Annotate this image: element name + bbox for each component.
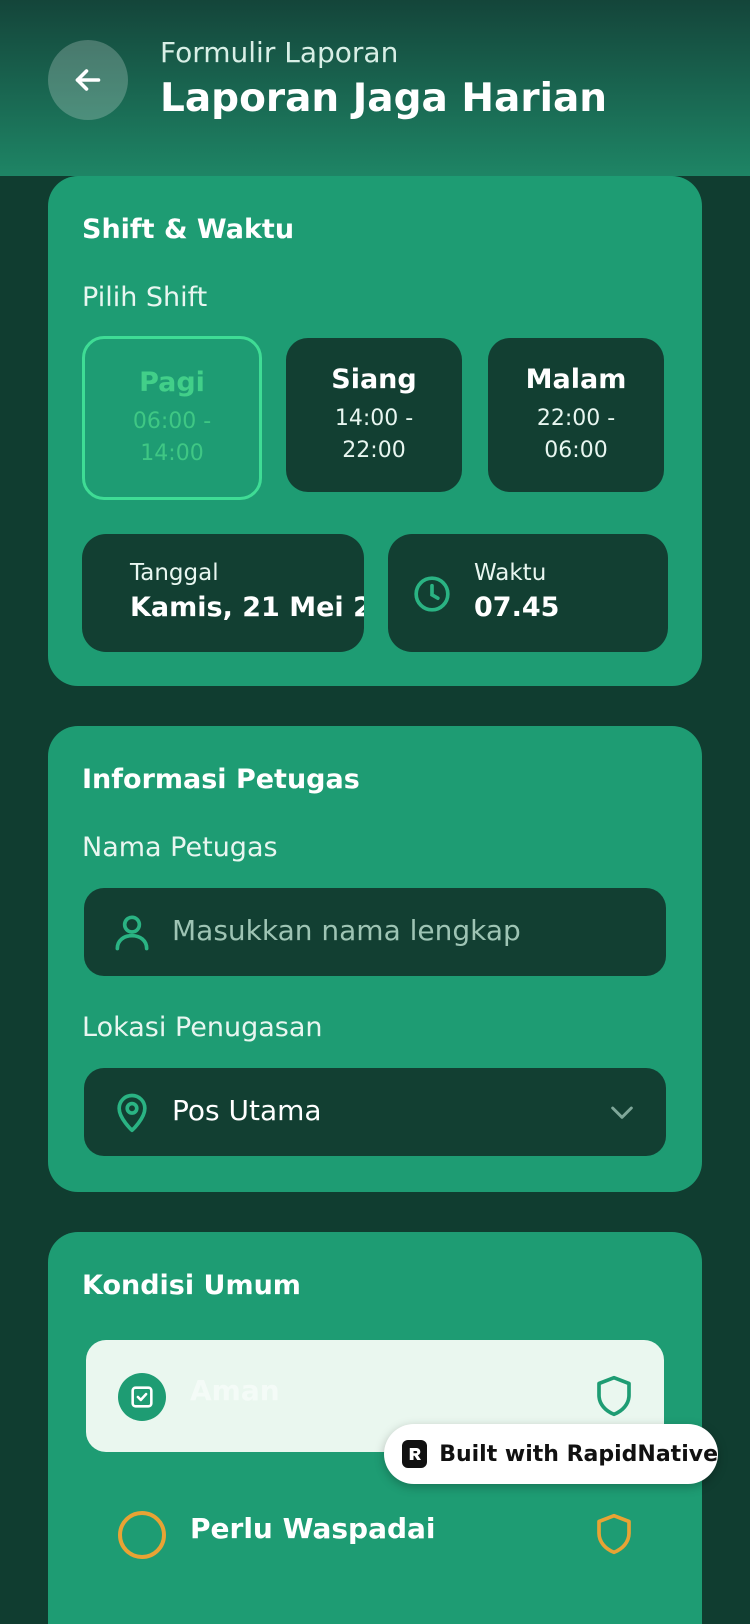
officer-name-input[interactable]: Masukkan nama lengkap: [84, 888, 666, 976]
shield-icon: [597, 1375, 631, 1417]
badge-text: Built with RapidNative: [439, 1441, 718, 1467]
checkbox-icon: [118, 1373, 166, 1421]
date-picker[interactable]: Tanggal Kamis, 21 Mei 2026: [82, 534, 364, 652]
back-button[interactable]: [48, 40, 128, 120]
location-select[interactable]: Pos Utama: [84, 1068, 666, 1156]
shift-label: Pilih Shift: [82, 282, 208, 313]
radio-icon: [118, 1511, 166, 1559]
header: Formulir Laporan Laporan Jaga Harian: [0, 0, 750, 176]
condition-label: Aman: [190, 1374, 280, 1407]
officer-card: Informasi Petugas Nama Petugas Masukkan …: [48, 726, 702, 1192]
shift-option-siang[interactable]: Siang 14:00 - 22:00: [286, 338, 462, 492]
rapidnative-badge[interactable]: Built with RapidNative: [384, 1424, 718, 1484]
shift-card: Shift & Waktu Pilih Shift Pagi 06:00 - 1…: [48, 176, 702, 686]
date-value: Kamis, 21 Mei 2026: [130, 592, 364, 623]
shift-option-pagi[interactable]: Pagi 06:00 - 14:00: [82, 336, 262, 500]
shift-time: 14:00 - 22:00: [334, 405, 414, 463]
shift-option-malam[interactable]: Malam 22:00 - 06:00: [488, 338, 664, 492]
condition-label: Perlu Waspadai: [190, 1512, 436, 1545]
map-pin-icon: [117, 1093, 147, 1133]
condition-option-waspada[interactable]: Perlu Waspadai: [86, 1478, 664, 1590]
shift-name: Malam: [525, 363, 627, 395]
shift-name: Siang: [331, 363, 417, 395]
app-screen: Formulir Laporan Laporan Jaga Harian Shi…: [0, 0, 750, 1624]
officer-name-label: Nama Petugas: [82, 832, 278, 863]
officer-name-placeholder: Masukkan nama lengkap: [172, 914, 521, 947]
shift-time: 22:00 - 06:00: [536, 405, 616, 463]
shield-icon: [597, 1513, 631, 1555]
time-picker[interactable]: Waktu 07.45: [388, 534, 668, 652]
location-label: Lokasi Penugasan: [82, 1012, 323, 1043]
shift-time: 06:00 - 14:00: [132, 408, 212, 466]
time-value: 07.45: [474, 592, 560, 623]
chevron-down-icon: [611, 1106, 633, 1119]
arrow-left-icon: [75, 69, 101, 91]
date-label: Tanggal: [130, 560, 219, 586]
header-subtitle: Formulir Laporan: [160, 36, 399, 69]
user-icon: [115, 915, 149, 951]
officer-section-title: Informasi Petugas: [82, 764, 360, 795]
page-title: Laporan Jaga Harian: [160, 76, 608, 121]
time-label: Waktu: [474, 560, 547, 586]
condition-section-title: Kondisi Umum: [82, 1270, 301, 1301]
rapidnative-logo-icon: [402, 1440, 428, 1468]
location-value: Pos Utama: [172, 1094, 322, 1127]
clock-icon: [414, 576, 450, 612]
shift-section-title: Shift & Waktu: [82, 214, 295, 245]
shift-name: Pagi: [139, 366, 205, 398]
